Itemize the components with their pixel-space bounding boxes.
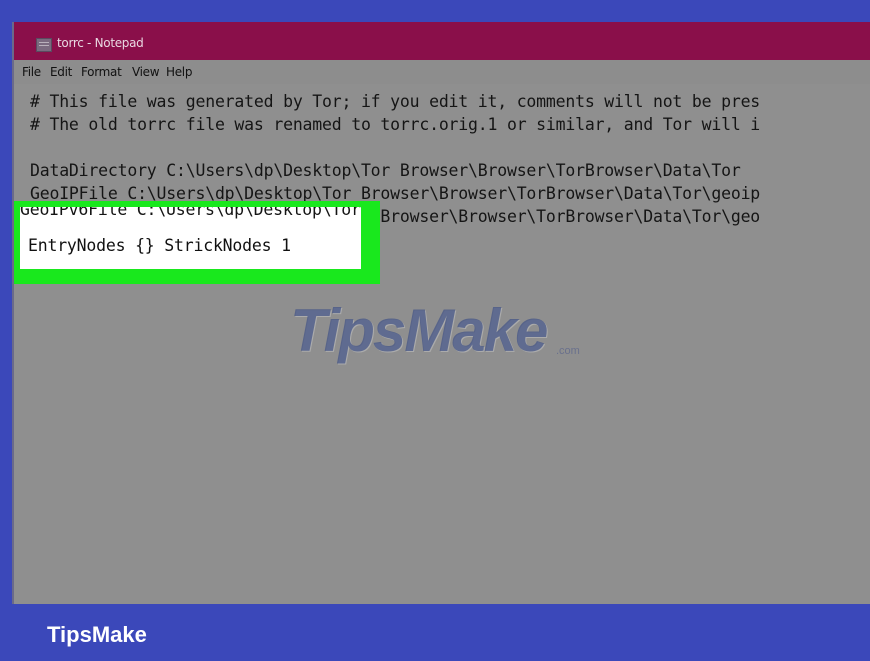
notepad-icon [36,38,52,52]
watermark-logo: TipsMake [290,297,548,364]
screenshot-stage: torrc - Notepad File Edit Format View He… [0,0,870,661]
highlight-area: GeoIPv6File C:\Users\dp\Desktop\Tor Brow… [20,207,361,269]
watermark-suffix: .com [556,345,580,357]
editor-line-partial: GeoIPv6File C:\Users\dp\Desktop\Tor Brow… [20,207,361,219]
title-bar[interactable]: torrc - Notepad [14,22,870,60]
desktop-left-edge [0,0,12,604]
entry-nodes-line: EntryNodes {} StrickNodes 1 [28,236,291,255]
menu-help[interactable]: Help [166,65,192,79]
window-title: torrc - Notepad [57,36,144,50]
menu-bar: File Edit Format View Help [14,60,870,84]
menu-view[interactable]: View [132,65,160,79]
brand-bar: TipsMake [0,604,870,661]
editor-line: # This file was generated by Tor; if you… [30,92,761,111]
brand-label: TipsMake [47,622,147,647]
editor-line: # The old torrc file was renamed to torr… [30,115,761,134]
menu-format[interactable]: Format [81,65,122,79]
menu-edit[interactable]: Edit [50,65,72,79]
menu-file[interactable]: File [22,65,41,79]
desktop-top-edge [0,0,870,22]
editor-line: DataDirectory C:\Users\dp\Desktop\Tor Br… [30,161,741,180]
